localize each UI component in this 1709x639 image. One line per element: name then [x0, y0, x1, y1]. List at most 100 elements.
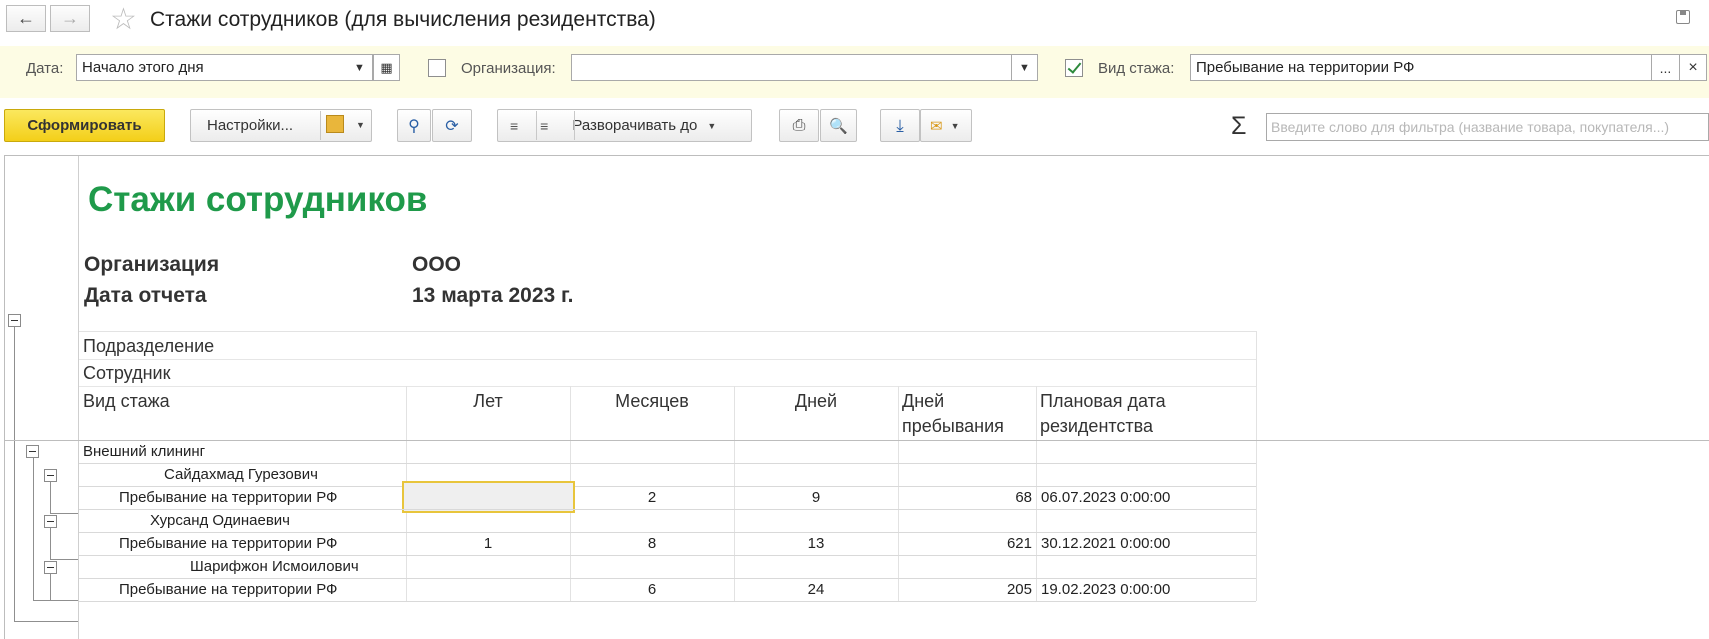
- organization-dropdown-button[interactable]: ▼: [1011, 54, 1038, 81]
- preview-button[interactable]: 🔍: [820, 109, 857, 142]
- row-days[interactable]: 13: [734, 532, 898, 555]
- envelope-icon: ✉: [930, 117, 943, 135]
- header-stage-type: Вид стажа: [83, 391, 170, 411]
- header-days: Дней: [794, 391, 838, 411]
- download-icon: ⤓: [896, 115, 904, 135]
- param-date-label: Дата отчета: [84, 284, 207, 307]
- row-plan-date[interactable]: 30.12.2021 0:00:00: [1041, 532, 1170, 555]
- row-months[interactable]: 8: [570, 532, 734, 555]
- outline-line-emp-1: [50, 482, 51, 514]
- header-line-2: [79, 386, 1256, 387]
- outline-line-group: [33, 458, 34, 601]
- row-days[interactable]: 9: [734, 486, 898, 509]
- sum-icon[interactable]: Σ: [1231, 112, 1246, 141]
- arrow-right-icon: →: [61, 8, 79, 28]
- forward-button[interactable]: →: [50, 5, 90, 32]
- param-organization-label: Организация: [84, 253, 220, 276]
- organization-checkbox[interactable]: [428, 59, 446, 77]
- settings-label: Настройки...: [207, 117, 294, 134]
- outline-collapse-group[interactable]: [26, 445, 39, 458]
- row-stage-type[interactable]: Пребывание на территории РФ: [119, 486, 337, 509]
- row-years[interactable]: [406, 486, 570, 509]
- outline-line-emp-2-bottom: [50, 559, 78, 560]
- settings-separator: [320, 111, 321, 140]
- filter-search-input[interactable]: Введите слово для фильтра (название това…: [1266, 113, 1709, 141]
- header-body-separator: [4, 440, 1709, 441]
- param-date-value: 13 марта 2023 г.: [412, 284, 574, 307]
- col-sep-5: [1036, 386, 1037, 601]
- save-icon[interactable]: [1676, 10, 1690, 24]
- date-label: Дата:: [26, 60, 64, 77]
- row-stay-days[interactable]: 68: [898, 486, 1032, 509]
- stage-type-clear-button[interactable]: ×: [1679, 54, 1707, 81]
- expand-all-icon: ≡: [510, 117, 519, 134]
- row-years[interactable]: 1: [406, 532, 570, 555]
- printer-icon: ⎙: [792, 116, 806, 134]
- generate-button[interactable]: Сформировать: [4, 109, 165, 142]
- expand-to-label: Разворачивать до: [572, 117, 698, 134]
- employee-name[interactable]: Шарифжон Исмоилович: [190, 555, 359, 578]
- outline-line-outer-bottom: [14, 621, 78, 622]
- header-stay-days-line1: Дней: [902, 391, 945, 411]
- outline-collapse-report[interactable]: [8, 314, 21, 327]
- search-button[interactable]: ⚲: [397, 109, 431, 142]
- row-plan-date[interactable]: 06.07.2023 0:00:00: [1041, 486, 1170, 509]
- row-stay-days[interactable]: 205: [898, 578, 1032, 601]
- row-months[interactable]: 2: [570, 486, 734, 509]
- search-advanced-button[interactable]: ⟳: [432, 109, 472, 142]
- gutter-divider: [78, 156, 79, 639]
- chevron-down-icon: ▼: [707, 120, 717, 131]
- row-months[interactable]: 6: [570, 578, 734, 601]
- report-title: Стажи сотрудников: [88, 180, 428, 219]
- stage-type-label: Вид стажа:: [1098, 60, 1175, 77]
- search-icon: ⚲: [408, 117, 420, 135]
- send-email-button[interactable]: ✉ ▼: [920, 109, 972, 142]
- row-line-bottom: [79, 601, 1256, 602]
- expand-separator-2: [574, 111, 575, 140]
- row-days[interactable]: 24: [734, 578, 898, 601]
- outline-collapse-employee-1[interactable]: [44, 469, 57, 482]
- group-department[interactable]: Внешний клининг: [83, 440, 205, 463]
- stage-type-field[interactable]: Пребывание на территории РФ: [1190, 54, 1652, 81]
- chevron-down-icon: ▼: [354, 61, 365, 74]
- row-stage-type[interactable]: Пребывание на территории РФ: [119, 532, 337, 555]
- collapse-all-icon: ≡: [540, 117, 549, 134]
- settings-button[interactable]: Настройки...: [190, 109, 372, 142]
- employee-name[interactable]: Хурсанд Одинаевич: [150, 509, 290, 532]
- save-to-file-button[interactable]: ⤓: [880, 109, 920, 142]
- param-organization-value: ООО: [412, 253, 462, 276]
- date-dropdown-button[interactable]: ▼: [347, 54, 373, 81]
- expand-separator-1: [536, 111, 537, 140]
- row-stage-type[interactable]: Пребывание на территории РФ: [119, 578, 337, 601]
- chevron-down-icon: ▼: [1019, 61, 1030, 74]
- outline-collapse-employee-3[interactable]: [44, 561, 57, 574]
- header-years: Лет: [473, 391, 503, 411]
- stage-type-select-button[interactable]: ...: [1651, 54, 1680, 81]
- chevron-down-icon: ▼: [950, 120, 960, 131]
- header-plan-date-line1: Плановая дата: [1040, 391, 1166, 411]
- outline-line-emp-3: [50, 574, 51, 601]
- row-years[interactable]: [406, 578, 570, 601]
- header-top-line: [79, 331, 1256, 332]
- header-months: Месяцев: [615, 391, 689, 411]
- header-line-1: [79, 359, 1256, 360]
- calendar-button[interactable]: ▦: [373, 54, 400, 81]
- print-preview-icon: 🔍: [829, 117, 848, 135]
- chevron-down-icon[interactable]: ▼: [356, 120, 365, 130]
- date-field[interactable]: Начало этого дня: [76, 54, 348, 81]
- favorite-star-icon[interactable]: ☆: [110, 2, 137, 37]
- row-plan-date[interactable]: 19.02.2023 0:00:00: [1041, 578, 1170, 601]
- arrow-left-icon: ←: [17, 8, 35, 28]
- back-button[interactable]: ←: [6, 5, 46, 32]
- print-button[interactable]: ⎙: [779, 109, 819, 142]
- employee-name[interactable]: Сайдахмад Гурезович: [164, 463, 318, 486]
- outline-collapse-employee-2[interactable]: [44, 515, 57, 528]
- organization-label: Организация:: [461, 60, 556, 77]
- outline-line-group-bottom: [33, 600, 78, 601]
- header-stay-days-line2: пребывания: [902, 416, 1004, 436]
- stage-type-checkbox[interactable]: [1065, 59, 1083, 77]
- row-stay-days[interactable]: 621: [898, 532, 1032, 555]
- organization-field[interactable]: [571, 54, 1012, 81]
- variants-icon[interactable]: [326, 115, 344, 133]
- header-employee: Сотрудник: [83, 363, 171, 383]
